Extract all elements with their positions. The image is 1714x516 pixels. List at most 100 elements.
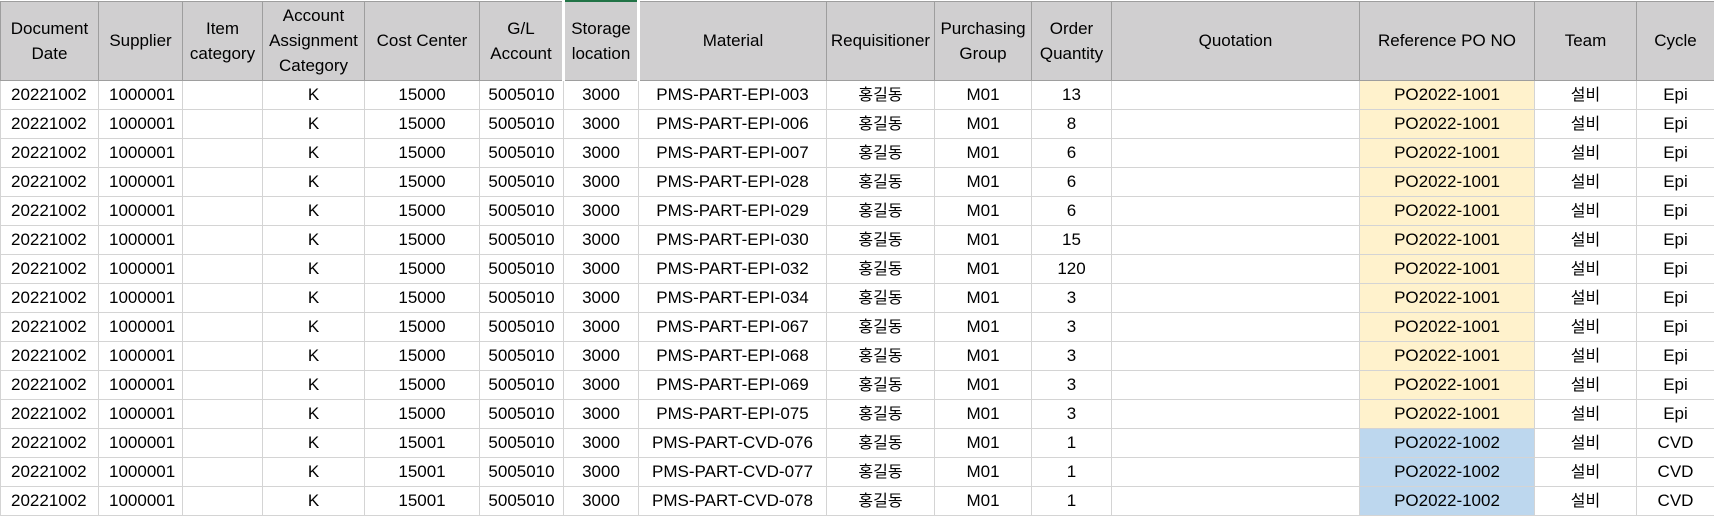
cell-cost-center[interactable]: 15001: [364, 486, 480, 516]
cell-order-quantity[interactable]: 1: [1031, 428, 1112, 458]
cell-cycle[interactable]: Epi: [1636, 225, 1714, 255]
cell-order-quantity[interactable]: 3: [1031, 399, 1112, 429]
cell-account-assignment-category[interactable]: K: [262, 457, 365, 487]
cell-quotation[interactable]: [1111, 196, 1360, 226]
cell-reference-po-no[interactable]: PO2022-1001: [1359, 196, 1535, 226]
cell-quotation[interactable]: [1111, 283, 1360, 313]
cell-quotation[interactable]: [1111, 167, 1360, 197]
cell-material[interactable]: PMS-PART-EPI-069: [638, 370, 827, 400]
cell-cycle[interactable]: Epi: [1636, 341, 1714, 371]
cell-storage-location[interactable]: 3000: [563, 138, 639, 168]
column-header-reference-po-no[interactable]: Reference PO NO: [1359, 0, 1535, 81]
cell-gl-account[interactable]: 5005010: [479, 254, 564, 284]
column-header-purchasing-group[interactable]: Purchasing Group: [934, 0, 1032, 81]
cell-cycle[interactable]: Epi: [1636, 254, 1714, 284]
cell-item-category[interactable]: [182, 167, 263, 197]
cell-quotation[interactable]: [1111, 80, 1360, 110]
cell-supplier[interactable]: 1000001: [98, 109, 183, 139]
cell-purchasing-group[interactable]: M01: [934, 399, 1032, 429]
cell-supplier[interactable]: 1000001: [98, 254, 183, 284]
cell-quotation[interactable]: [1111, 312, 1360, 342]
cell-supplier[interactable]: 1000001: [98, 457, 183, 487]
cell-reference-po-no[interactable]: PO2022-1002: [1359, 428, 1535, 458]
cell-item-category[interactable]: [182, 370, 263, 400]
cell-account-assignment-category[interactable]: K: [262, 486, 365, 516]
cell-reference-po-no[interactable]: PO2022-1001: [1359, 341, 1535, 371]
cell-cost-center[interactable]: 15001: [364, 428, 480, 458]
cell-cost-center[interactable]: 15000: [364, 138, 480, 168]
cell-material[interactable]: PMS-PART-CVD-076: [638, 428, 827, 458]
cell-cost-center[interactable]: 15000: [364, 80, 480, 110]
cell-quotation[interactable]: [1111, 254, 1360, 284]
cell-supplier[interactable]: 1000001: [98, 486, 183, 516]
cell-order-quantity[interactable]: 3: [1031, 312, 1112, 342]
cell-quotation[interactable]: [1111, 486, 1360, 516]
cell-order-quantity[interactable]: 15: [1031, 225, 1112, 255]
cell-requisitioner[interactable]: 홍길동: [826, 138, 935, 168]
cell-quotation[interactable]: [1111, 225, 1360, 255]
cell-gl-account[interactable]: 5005010: [479, 109, 564, 139]
cell-item-category[interactable]: [182, 283, 263, 313]
cell-storage-location[interactable]: 3000: [563, 370, 639, 400]
cell-document-date[interactable]: 20221002: [0, 457, 99, 487]
cell-purchasing-group[interactable]: M01: [934, 283, 1032, 313]
cell-order-quantity[interactable]: 3: [1031, 283, 1112, 313]
cell-requisitioner[interactable]: 홍길동: [826, 109, 935, 139]
cell-reference-po-no[interactable]: PO2022-1001: [1359, 80, 1535, 110]
cell-quotation[interactable]: [1111, 457, 1360, 487]
cell-cycle[interactable]: Epi: [1636, 80, 1714, 110]
cell-account-assignment-category[interactable]: K: [262, 428, 365, 458]
cell-item-category[interactable]: [182, 428, 263, 458]
cell-cost-center[interactable]: 15000: [364, 167, 480, 197]
cell-item-category[interactable]: [182, 196, 263, 226]
cell-account-assignment-category[interactable]: K: [262, 196, 365, 226]
cell-requisitioner[interactable]: 홍길동: [826, 370, 935, 400]
cell-supplier[interactable]: 1000001: [98, 225, 183, 255]
cell-cost-center[interactable]: 15000: [364, 399, 480, 429]
cell-purchasing-group[interactable]: M01: [934, 196, 1032, 226]
cell-quotation[interactable]: [1111, 109, 1360, 139]
cell-order-quantity[interactable]: 1: [1031, 457, 1112, 487]
cell-material[interactable]: PMS-PART-EPI-006: [638, 109, 827, 139]
cell-supplier[interactable]: 1000001: [98, 80, 183, 110]
cell-purchasing-group[interactable]: M01: [934, 457, 1032, 487]
column-header-team[interactable]: Team: [1534, 0, 1637, 81]
cell-supplier[interactable]: 1000001: [98, 167, 183, 197]
cell-team[interactable]: 설비: [1534, 225, 1637, 255]
cell-storage-location[interactable]: 3000: [563, 399, 639, 429]
cell-reference-po-no[interactable]: PO2022-1001: [1359, 138, 1535, 168]
cell-material[interactable]: PMS-PART-CVD-078: [638, 486, 827, 516]
cell-cost-center[interactable]: 15000: [364, 341, 480, 371]
cell-quotation[interactable]: [1111, 428, 1360, 458]
cell-purchasing-group[interactable]: M01: [934, 428, 1032, 458]
cell-account-assignment-category[interactable]: K: [262, 138, 365, 168]
cell-requisitioner[interactable]: 홍길동: [826, 80, 935, 110]
cell-supplier[interactable]: 1000001: [98, 283, 183, 313]
column-header-account-assignment-category[interactable]: Account Assignment Category: [262, 0, 365, 81]
cell-material[interactable]: PMS-PART-EPI-003: [638, 80, 827, 110]
cell-reference-po-no[interactable]: PO2022-1001: [1359, 225, 1535, 255]
cell-cost-center[interactable]: 15000: [364, 254, 480, 284]
cell-item-category[interactable]: [182, 138, 263, 168]
column-header-document-date[interactable]: Document Date: [0, 0, 99, 81]
cell-cost-center[interactable]: 15000: [364, 312, 480, 342]
cell-quotation[interactable]: [1111, 341, 1360, 371]
cell-material[interactable]: PMS-PART-EPI-030: [638, 225, 827, 255]
cell-document-date[interactable]: 20221002: [0, 370, 99, 400]
cell-account-assignment-category[interactable]: K: [262, 80, 365, 110]
cell-item-category[interactable]: [182, 341, 263, 371]
cell-document-date[interactable]: 20221002: [0, 80, 99, 110]
cell-purchasing-group[interactable]: M01: [934, 312, 1032, 342]
cell-supplier[interactable]: 1000001: [98, 138, 183, 168]
cell-cycle[interactable]: Epi: [1636, 167, 1714, 197]
cell-requisitioner[interactable]: 홍길동: [826, 196, 935, 226]
column-header-gl-account[interactable]: G/L Account: [479, 0, 565, 81]
cell-storage-location[interactable]: 3000: [563, 196, 639, 226]
cell-account-assignment-category[interactable]: K: [262, 167, 365, 197]
cell-supplier[interactable]: 1000001: [98, 370, 183, 400]
cell-cycle[interactable]: Epi: [1636, 109, 1714, 139]
cell-storage-location[interactable]: 3000: [563, 109, 639, 139]
cell-item-category[interactable]: [182, 312, 263, 342]
cell-account-assignment-category[interactable]: K: [262, 254, 365, 284]
cell-requisitioner[interactable]: 홍길동: [826, 341, 935, 371]
